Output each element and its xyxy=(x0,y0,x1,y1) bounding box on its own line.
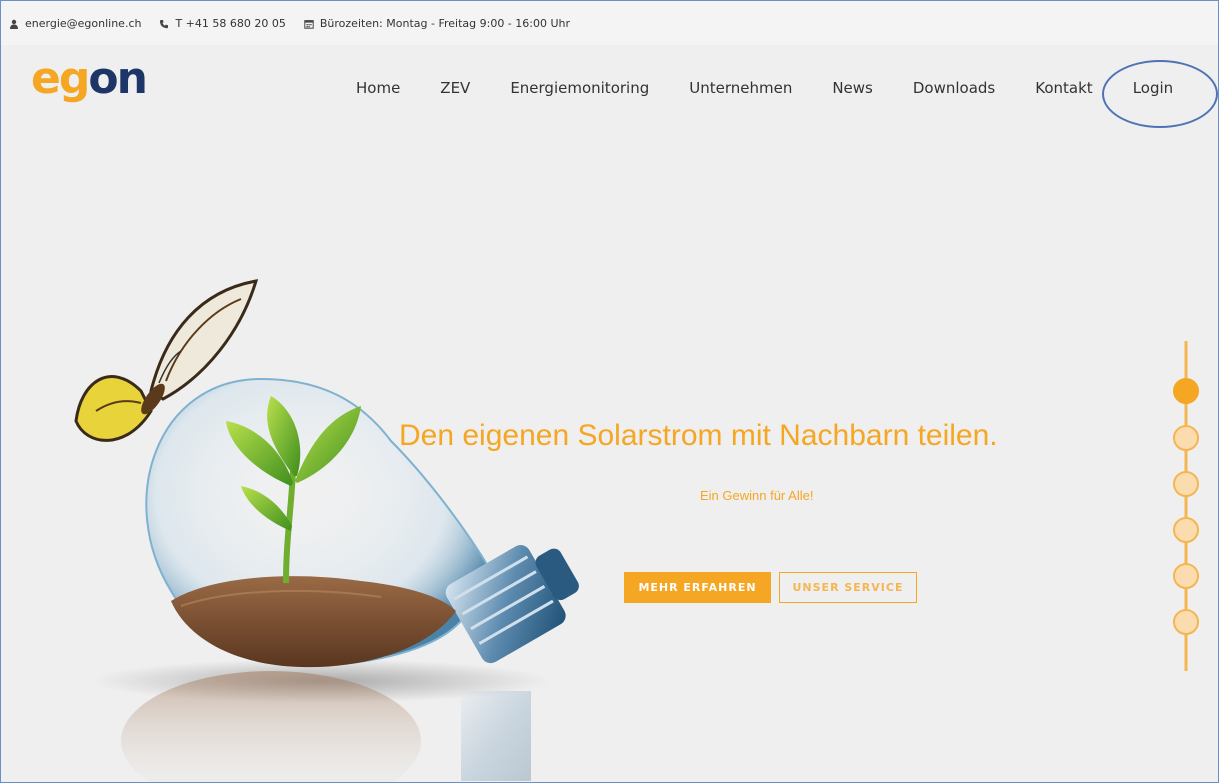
phone-info[interactable]: T +41 58 680 20 05 xyxy=(159,17,286,30)
egon-logo[interactable]: egon xyxy=(31,57,148,101)
slide-dot-3[interactable] xyxy=(1173,471,1199,497)
nav-item-kontakt[interactable]: Kontakt xyxy=(1035,79,1092,97)
slide-dot-1[interactable] xyxy=(1173,378,1199,404)
office-hours-text: Bürozeiten: Montag - Freitag 9:00 - 16:0… xyxy=(319,17,571,30)
hero-headline: Den eigenen Solarstrom mit Nachbarn teil… xyxy=(399,419,998,452)
slide-dot-6[interactable] xyxy=(1173,609,1199,635)
login-highlight-annotation xyxy=(1102,60,1218,128)
user-icon xyxy=(10,19,18,29)
email-text: energie@egonline.ch xyxy=(25,17,142,30)
nav-item-news[interactable]: News xyxy=(832,79,873,97)
unser-service-button[interactable]: UNSER SERVICE xyxy=(779,572,917,603)
nav-item-downloads[interactable]: Downloads xyxy=(913,79,995,97)
top-info-bar: energie@egonline.ch T +41 58 680 20 05 B… xyxy=(1,1,1218,45)
lightbulb-plant-illustration xyxy=(74,279,579,782)
phone-text: T +41 58 680 20 05 xyxy=(175,17,286,30)
nav-item-home[interactable]: Home xyxy=(356,79,400,97)
nav-item-energiemonitoring[interactable]: Energiemonitoring xyxy=(510,79,649,97)
slide-dot-2[interactable] xyxy=(1173,425,1199,451)
calendar-icon xyxy=(304,19,314,29)
mehr-erfahren-button[interactable]: MEHR ERFAHREN xyxy=(624,572,771,603)
slide-pagination xyxy=(1173,341,1199,671)
nav-item-zev[interactable]: ZEV xyxy=(440,79,470,97)
slide-dot-5[interactable] xyxy=(1173,563,1199,589)
browser-viewport: energie@egonline.ch T +41 58 680 20 05 B… xyxy=(0,0,1219,783)
main-navigation: Home ZEV Energiemonitoring Unternehmen N… xyxy=(356,79,1213,97)
slide-dot-4[interactable] xyxy=(1173,517,1199,543)
office-hours: Bürozeiten: Montag - Freitag 9:00 - 16:0… xyxy=(304,17,570,30)
hero-subline: Ein Gewinn für Alle! xyxy=(700,488,814,503)
email-info[interactable]: energie@egonline.ch xyxy=(9,17,141,30)
phone-icon xyxy=(160,19,169,28)
nav-item-unternehmen[interactable]: Unternehmen xyxy=(689,79,792,97)
